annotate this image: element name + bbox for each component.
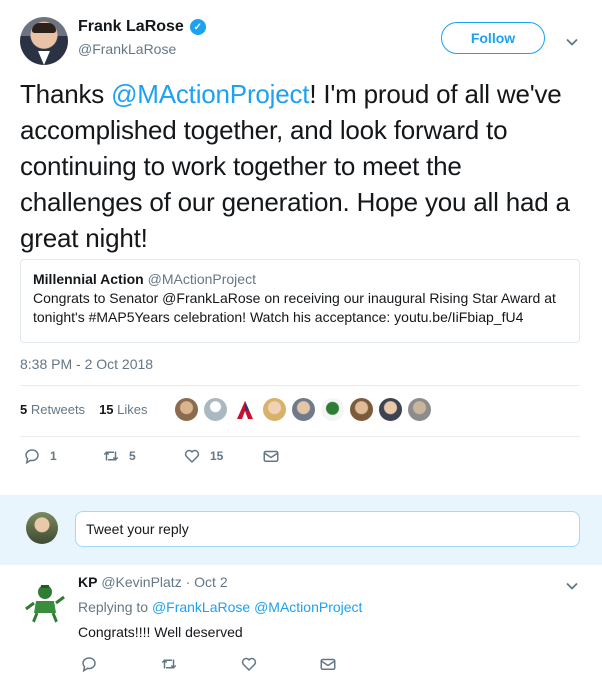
retweets-stat[interactable]: 5 Retweets bbox=[20, 402, 85, 417]
envelope-icon bbox=[263, 450, 279, 462]
liker-avatar[interactable] bbox=[291, 397, 316, 422]
liker-avatar[interactable] bbox=[203, 397, 228, 422]
tweet-mention-link[interactable]: @MActionProject bbox=[111, 79, 309, 109]
heart-icon bbox=[184, 449, 200, 464]
retweets-stat-count: 5 bbox=[20, 402, 28, 417]
retweet-icon bbox=[103, 451, 119, 461]
verified-badge-icon: ✓ bbox=[189, 19, 206, 35]
tweet-text: Thanks @MActionProject! I'm proud of all… bbox=[20, 76, 580, 256]
liker-avatar[interactable] bbox=[349, 397, 374, 422]
direct-message-action[interactable] bbox=[262, 447, 280, 465]
quoted-author-handle: @MActionProject bbox=[147, 271, 256, 287]
reply-icon bbox=[82, 657, 96, 673]
reply-count: 1 bbox=[50, 449, 57, 463]
tweet-timestamp[interactable]: 8:38 PM - 2 Oct 2018 bbox=[20, 356, 153, 372]
quoted-tweet[interactable]: Millennial Action @MActionProject Congra… bbox=[20, 259, 580, 343]
quoted-author-name: Millennial Action bbox=[33, 271, 144, 287]
like-action[interactable]: 15 bbox=[183, 447, 223, 465]
reply-action[interactable]: 1 bbox=[23, 447, 57, 465]
reply-author-name[interactable]: KP bbox=[78, 574, 97, 590]
quoted-tweet-header: Millennial Action @MActionProject bbox=[33, 270, 567, 289]
current-user-avatar[interactable] bbox=[26, 512, 58, 544]
divider bbox=[20, 385, 580, 386]
reply-like-action[interactable] bbox=[240, 655, 258, 673]
divider bbox=[20, 436, 580, 437]
reply-author-handle[interactable]: @KevinPlatz bbox=[101, 574, 181, 590]
likes-stat[interactable]: 15 Likes bbox=[99, 402, 147, 417]
likes-stat-label: Likes bbox=[117, 402, 148, 417]
reply-chevron-down-icon[interactable] bbox=[566, 580, 578, 592]
author-name[interactable]: Frank LaRose bbox=[78, 18, 184, 36]
replying-to-prefix: Replying to bbox=[78, 599, 149, 615]
chevron-down-icon[interactable] bbox=[566, 36, 578, 48]
avatar-hair bbox=[32, 23, 56, 33]
tweet-stats: 5 Retweets 15 Likes bbox=[20, 402, 148, 417]
reply-author-row[interactable]: KP @KevinPlatz · Oct 2 bbox=[78, 574, 228, 590]
likes-stat-count: 15 bbox=[99, 402, 114, 417]
liker-avatar[interactable] bbox=[378, 397, 403, 422]
reply-icon bbox=[25, 449, 39, 465]
liker-avatar[interactable] bbox=[174, 397, 199, 422]
reply-author-avatar[interactable] bbox=[22, 579, 68, 625]
retweets-stat-label: Retweets bbox=[30, 402, 86, 417]
heart-icon bbox=[241, 657, 257, 672]
replying-to-links[interactable]: @FrankLaRose @MActionProject bbox=[152, 599, 363, 615]
liker-avatar[interactable] bbox=[262, 397, 287, 422]
liker-avatar[interactable] bbox=[320, 397, 345, 422]
avatar-shirt bbox=[38, 51, 50, 65]
reply-input[interactable]: Tweet your reply bbox=[75, 511, 580, 547]
liker-avatar[interactable] bbox=[407, 397, 432, 422]
reply-text: Congrats!!!! Well deserved bbox=[78, 624, 243, 640]
author-handle[interactable]: @FrankLaRose bbox=[78, 41, 176, 57]
retweet-count: 5 bbox=[129, 449, 136, 463]
envelope-icon bbox=[320, 658, 336, 670]
reply-reply-action[interactable] bbox=[80, 655, 98, 673]
reply-retweet-action[interactable] bbox=[160, 655, 178, 673]
replying-to-line: Replying to @FrankLaRose @MActionProject bbox=[78, 599, 362, 615]
retweet-icon bbox=[161, 659, 177, 669]
author-name-row[interactable]: Frank LaRose ✓ bbox=[78, 18, 206, 36]
liker-avatar[interactable] bbox=[233, 398, 257, 422]
follow-button[interactable]: Follow bbox=[441, 22, 545, 54]
reply-dm-action[interactable] bbox=[319, 655, 337, 673]
reply-date[interactable]: · Oct 2 bbox=[186, 574, 228, 590]
tweet-text-part: Thanks bbox=[20, 79, 112, 109]
quoted-tweet-text: Congrats to Senator @FrankLaRose on rece… bbox=[33, 290, 556, 325]
author-avatar[interactable] bbox=[20, 17, 68, 65]
retweet-action[interactable]: 5 bbox=[102, 447, 136, 465]
like-count: 15 bbox=[210, 449, 224, 463]
